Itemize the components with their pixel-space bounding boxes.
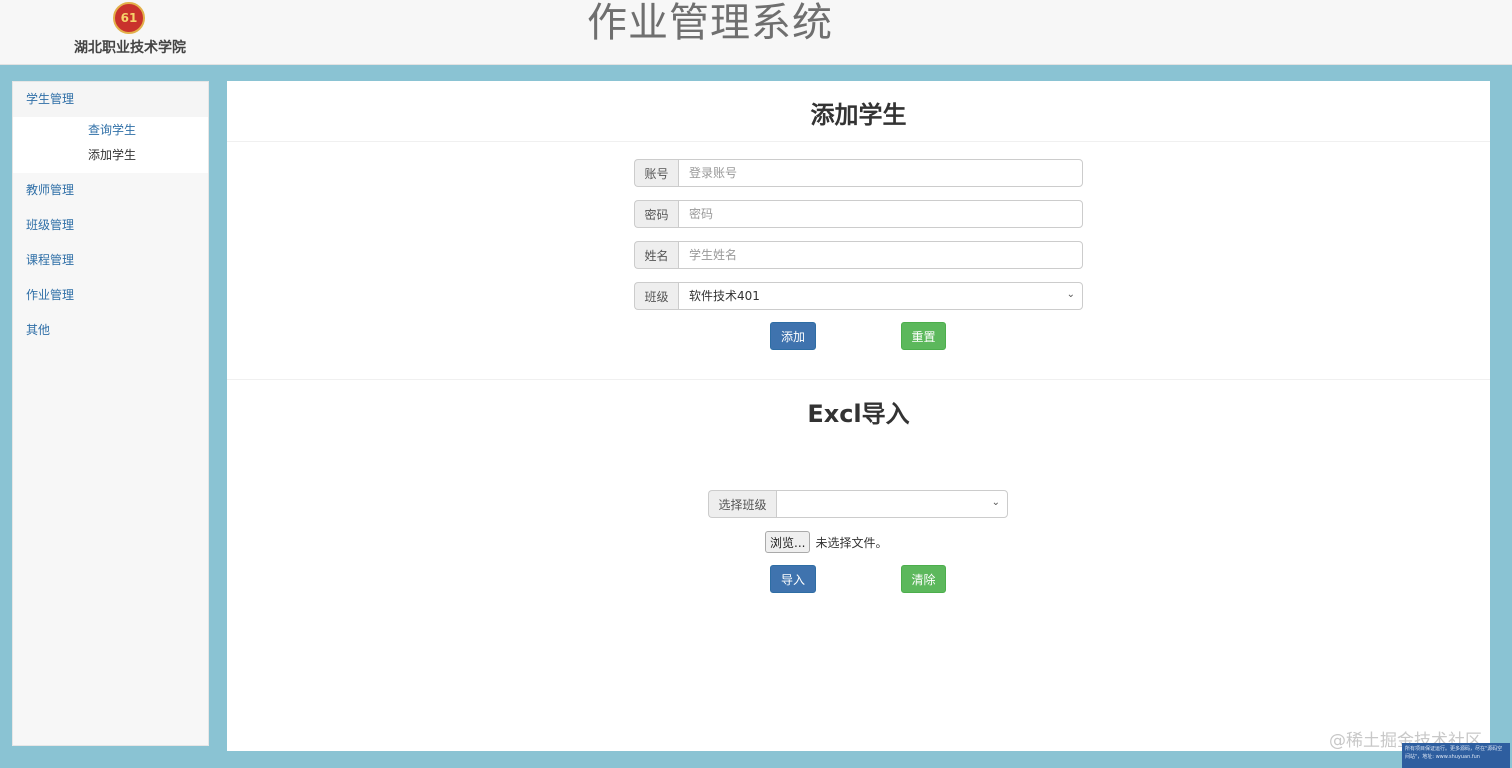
class-label: 班级 — [634, 282, 678, 310]
account-input[interactable] — [678, 159, 1083, 187]
add-student-title: 添加学生 — [810, 101, 907, 129]
student-name-input[interactable] — [678, 241, 1083, 269]
account-input-group: 账号 — [634, 159, 1083, 187]
import-class-select-wrapper: ⌄ — [776, 490, 1008, 518]
reset-button[interactable]: 重置 — [901, 322, 946, 350]
school-logo-icon: 61 — [113, 2, 145, 34]
sidebar-item-class-management[interactable]: 班级管理 — [13, 208, 208, 243]
divider — [227, 379, 1490, 380]
name-label: 姓名 — [634, 241, 678, 269]
import-class-select[interactable] — [776, 490, 1008, 518]
sidebar-subitem-query-student[interactable]: 查询学生 — [13, 119, 208, 144]
sidebar-item-teacher-management[interactable]: 教师管理 — [13, 173, 208, 208]
sidebar-item-student-management[interactable]: 学生管理 — [13, 82, 208, 117]
sidebar-item-course-management[interactable]: 课程管理 — [13, 243, 208, 278]
sidebar-item-homework-management[interactable]: 作业管理 — [13, 278, 208, 313]
class-select-wrapper: 软件技术401 ⌄ — [678, 282, 1083, 310]
sidebar: 学生管理 查询学生 添加学生 教师管理 班级管理 课程管理 作业管理 其他 — [12, 81, 209, 746]
password-input-group: 密码 — [634, 200, 1083, 228]
account-label: 账号 — [634, 159, 678, 187]
divider — [227, 141, 1490, 142]
school-name: 湖北职业技术学院 — [74, 40, 186, 56]
nav-group-student: 学生管理 查询学生 添加学生 — [13, 82, 208, 173]
password-label: 密码 — [634, 200, 678, 228]
sidebar-item-other[interactable]: 其他 — [13, 313, 208, 348]
name-input-group: 姓名 — [634, 241, 1083, 269]
file-status-text: 未选择文件。 — [815, 535, 888, 550]
student-submenu: 查询学生 添加学生 — [13, 117, 208, 173]
import-button[interactable]: 导入 — [770, 565, 816, 593]
sidebar-subitem-add-student[interactable]: 添加学生 — [13, 144, 208, 169]
source-notice: 所有项目保证运行。更多源码，尽在"源码空间站"，地址: www.shuyuan.… — [1402, 743, 1510, 768]
add-button[interactable]: 添加 — [770, 322, 816, 350]
file-input: 浏览... 未选择文件。 — [765, 531, 887, 553]
clear-button[interactable]: 清除 — [901, 565, 946, 593]
password-input[interactable] — [678, 200, 1083, 228]
app-title: 作业管理系统 — [587, 0, 833, 46]
class-select[interactable]: 软件技术401 — [678, 282, 1083, 310]
excel-import-title: Excl导入 — [807, 400, 910, 428]
import-class-select-group: 选择班级 ⌄ — [708, 490, 1008, 518]
main-panel: 添加学生 账号 密码 姓名 班级 软件技术401 ⌄ 添加 重置 Excl导入 … — [227, 81, 1490, 751]
import-class-label: 选择班级 — [708, 490, 776, 518]
browse-button[interactable]: 浏览... — [765, 531, 811, 553]
class-select-group: 班级 软件技术401 ⌄ — [634, 282, 1083, 310]
top-header: 61 湖北职业技术学院 作业管理系统 — [0, 0, 1512, 65]
